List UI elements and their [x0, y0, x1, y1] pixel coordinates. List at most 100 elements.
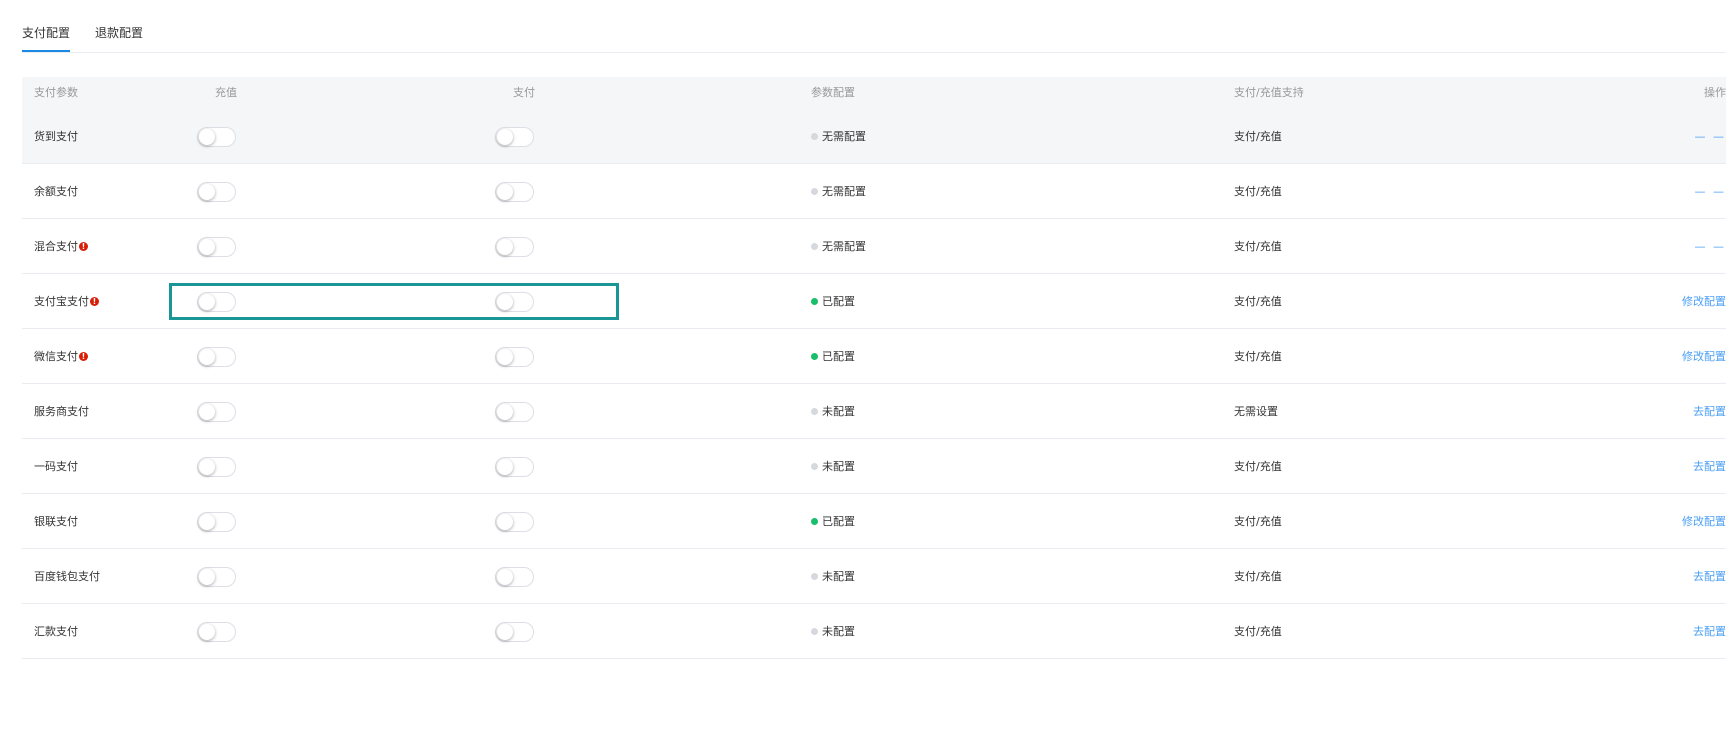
exclamation-circle-icon: ! — [79, 351, 88, 361]
config-status: 无需配置 — [811, 109, 866, 164]
recharge-toggle[interactable] — [197, 457, 236, 477]
table-row: 银联支付 已配置 支付/充值 修改配置 — [22, 494, 1726, 549]
payment-name: 银联支付 — [34, 494, 78, 549]
pay-toggle[interactable] — [495, 237, 534, 257]
toggle-knob — [497, 624, 513, 640]
status-dot — [811, 572, 818, 580]
header-operation: 操作 — [1704, 86, 1726, 99]
toggle-knob — [497, 569, 513, 585]
row-action-link: — — — [1694, 240, 1726, 253]
table-row: 余额支付 无需配置 支付/充值 — — — [22, 164, 1726, 219]
pay-toggle[interactable] — [495, 622, 534, 642]
config-status: 已配置 — [811, 494, 855, 549]
payment-name-label: 服务商支付 — [34, 405, 89, 418]
payment-name: 货到支付 — [34, 109, 78, 164]
pay-toggle[interactable] — [495, 402, 534, 422]
recharge-toggle[interactable] — [197, 512, 236, 532]
exclamation-circle-icon: ! — [90, 296, 99, 306]
table-row: 汇款支付 未配置 支付/充值 去配置 — [22, 604, 1726, 659]
payment-name-label: 微信支付 — [34, 350, 78, 363]
header-recharge: 充值 — [215, 86, 237, 99]
support-type: 支付/充值 — [1234, 515, 1282, 528]
tab-payment-config[interactable]: 支付配置 — [22, 25, 71, 52]
payment-name-label: 支付宝支付 — [34, 295, 89, 308]
toggle-knob — [497, 404, 513, 420]
toggle-knob — [199, 624, 215, 640]
tab-refund-config[interactable]: 退款配置 — [95, 25, 143, 41]
payment-name: 微信支付! — [34, 329, 88, 384]
toggle-knob — [497, 349, 513, 365]
payment-name: 混合支付! — [34, 219, 88, 274]
toggle-knob — [497, 459, 513, 475]
header-support: 支付/充值支持 — [1234, 86, 1304, 99]
row-action-link[interactable]: 修改配置 — [1682, 274, 1726, 329]
pay-toggle[interactable] — [495, 347, 534, 367]
header-pay: 支付 — [513, 86, 535, 99]
recharge-toggle[interactable] — [197, 347, 236, 367]
row-action-link[interactable]: 去配置 — [1693, 384, 1726, 439]
payment-name: 服务商支付 — [34, 384, 89, 439]
payment-name-label: 一码支付 — [34, 460, 78, 473]
row-action-link[interactable]: 修改配置 — [1682, 494, 1726, 549]
recharge-toggle[interactable] — [197, 402, 236, 422]
recharge-toggle[interactable] — [197, 182, 236, 202]
table-body: 货到支付 无需配置 支付/充值 — — 余额支付 无需配置 支付/充值 — — 混合支付! 无需配… — [22, 109, 1726, 659]
status-dot — [811, 352, 818, 360]
pay-toggle[interactable] — [495, 457, 534, 477]
status-dot — [811, 407, 818, 415]
config-tabs: 支付配置 退款配置 — [22, 0, 1726, 53]
payment-name-label: 货到支付 — [34, 130, 78, 143]
toggle-knob — [497, 184, 513, 200]
recharge-toggle[interactable] — [197, 292, 236, 312]
pay-toggle[interactable] — [495, 567, 534, 587]
row-action-link[interactable]: 去配置 — [1693, 604, 1726, 659]
payment-name-label: 混合支付 — [34, 240, 78, 253]
row-action-link[interactable]: 修改配置 — [1682, 329, 1726, 384]
config-status: 未配置 — [811, 604, 855, 659]
header-param-config: 参数配置 — [811, 86, 855, 99]
recharge-toggle[interactable] — [197, 567, 236, 587]
row-action-link[interactable]: 去配置 — [1693, 549, 1726, 604]
status-dot — [811, 242, 818, 250]
payment-name: 余额支付 — [34, 164, 78, 219]
config-status-label: 未配置 — [822, 460, 855, 473]
support-type: 支付/充值 — [1234, 625, 1282, 638]
support-type: 支付/充值 — [1234, 240, 1282, 253]
toggle-knob — [199, 129, 215, 145]
pay-toggle[interactable] — [495, 292, 534, 312]
pay-toggle[interactable] — [495, 182, 534, 202]
toggle-knob — [199, 459, 215, 475]
toggle-knob — [199, 514, 215, 530]
recharge-toggle[interactable] — [197, 127, 236, 147]
recharge-toggle[interactable] — [197, 237, 236, 257]
status-dot — [811, 462, 818, 470]
config-status-label: 未配置 — [822, 405, 855, 418]
config-status-label: 已配置 — [822, 515, 855, 528]
row-action-link: — — — [1694, 130, 1726, 143]
payment-name-label: 余额支付 — [34, 185, 78, 198]
config-status-label: 已配置 — [822, 295, 855, 308]
payment-name: 一码支付 — [34, 439, 78, 494]
config-status: 未配置 — [811, 384, 855, 439]
status-dot — [811, 297, 818, 305]
config-status: 已配置 — [811, 329, 855, 384]
config-status: 无需配置 — [811, 219, 866, 274]
pay-toggle[interactable] — [495, 512, 534, 532]
config-status-label: 未配置 — [822, 625, 855, 638]
exclamation-circle-icon: ! — [79, 241, 88, 251]
pay-toggle[interactable] — [495, 127, 534, 147]
payment-name: 支付宝支付! — [34, 274, 99, 329]
support-type: 支付/充值 — [1234, 295, 1282, 308]
table-row: 支付宝支付! 已配置 支付/充值 修改配置 — [22, 274, 1726, 329]
config-status: 已配置 — [811, 274, 855, 329]
config-status-label: 无需配置 — [822, 240, 866, 253]
toggle-knob — [199, 569, 215, 585]
recharge-toggle[interactable] — [197, 622, 236, 642]
row-action-link[interactable]: 去配置 — [1693, 439, 1726, 494]
config-status: 未配置 — [811, 439, 855, 494]
support-type: 支付/充值 — [1234, 460, 1282, 473]
toggle-knob — [199, 349, 215, 365]
toggle-knob — [497, 129, 513, 145]
support-type: 支付/充值 — [1234, 350, 1282, 363]
table-row: 货到支付 无需配置 支付/充值 — — — [22, 109, 1726, 164]
